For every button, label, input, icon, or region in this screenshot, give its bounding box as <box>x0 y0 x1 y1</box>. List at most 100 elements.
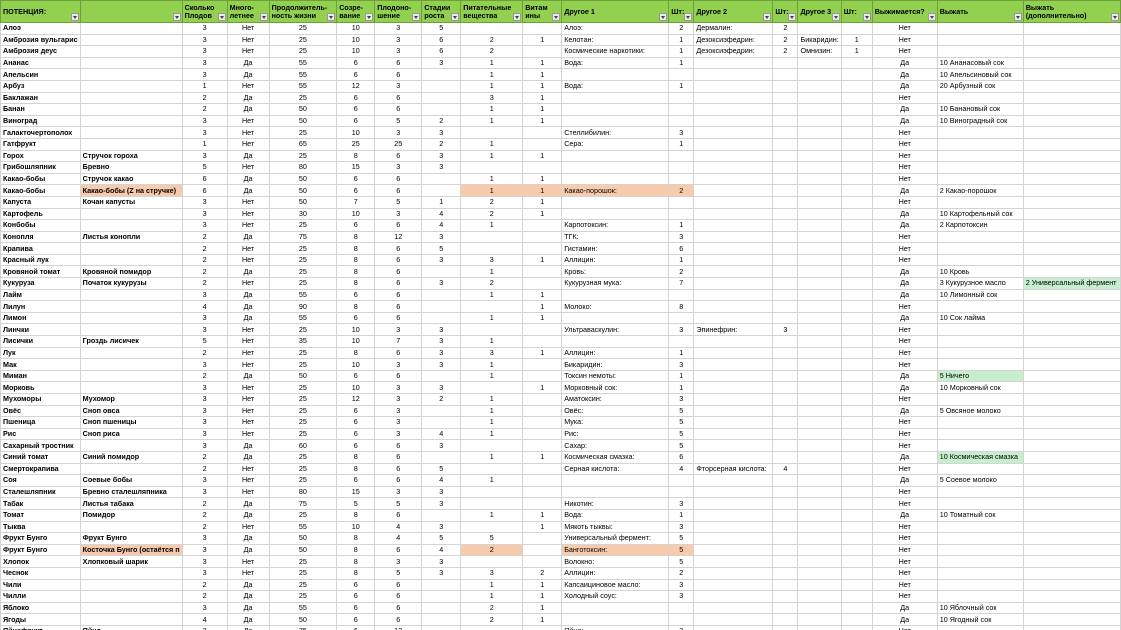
cell[interactable]: Да <box>871 265 938 279</box>
cell[interactable]: 6 <box>181 172 228 186</box>
cell[interactable]: Красный лук <box>0 253 81 267</box>
cell[interactable] <box>797 207 842 221</box>
cell[interactable]: 1 <box>181 79 228 93</box>
cell[interactable]: Бикаридин: <box>561 358 670 371</box>
cell[interactable] <box>797 300 842 313</box>
cell[interactable] <box>693 543 774 557</box>
cell[interactable]: 25 <box>268 450 338 464</box>
cell[interactable]: 3 <box>421 346 462 360</box>
cell[interactable] <box>797 462 842 476</box>
cell[interactable] <box>772 114 799 128</box>
cell[interactable] <box>936 300 1024 313</box>
cell[interactable]: Никотин: <box>561 497 670 510</box>
cell[interactable] <box>693 450 774 464</box>
cell[interactable] <box>693 474 774 487</box>
cell[interactable]: Да <box>226 532 270 545</box>
cell[interactable]: Овёс <box>0 404 81 418</box>
column-header-9[interactable]: Витам ины <box>522 0 563 23</box>
cell[interactable]: 2 <box>460 33 524 47</box>
cell[interactable]: 3 <box>668 624 695 630</box>
cell[interactable]: 55 <box>268 311 338 325</box>
cell[interactable]: Рис: <box>561 427 670 441</box>
cell[interactable] <box>840 474 873 487</box>
cell[interactable] <box>522 555 563 568</box>
cell[interactable] <box>936 532 1024 545</box>
cell[interactable]: Нет <box>226 520 270 534</box>
cell[interactable] <box>840 253 873 267</box>
cell[interactable]: Токсин немоты: <box>561 369 670 383</box>
cell[interactable]: 3 <box>181 532 228 545</box>
cell[interactable] <box>772 404 799 418</box>
cell[interactable] <box>693 416 774 429</box>
cell[interactable]: 1 <box>460 427 524 441</box>
cell[interactable]: Рис <box>0 427 81 441</box>
cell[interactable]: 25 <box>268 462 338 476</box>
cell[interactable]: 3 <box>668 520 695 534</box>
cell[interactable] <box>797 393 842 406</box>
cell[interactable]: Да <box>871 601 938 615</box>
cell[interactable] <box>668 103 695 116</box>
cell[interactable]: 25 <box>336 137 376 151</box>
cell[interactable]: 8 <box>336 300 376 313</box>
cell[interactable]: 2 <box>460 45 524 58</box>
cell[interactable] <box>522 137 563 151</box>
cell[interactable]: Нет <box>226 79 270 93</box>
cell[interactable]: 5 <box>668 543 695 557</box>
cell[interactable] <box>668 601 695 615</box>
cell[interactable]: Нет <box>226 462 270 476</box>
cell[interactable] <box>421 590 462 603</box>
cell[interactable]: Нет <box>226 114 270 128</box>
cell[interactable]: 3 <box>374 404 423 418</box>
cell[interactable] <box>79 323 183 337</box>
cell[interactable]: Конопля <box>0 230 81 244</box>
cell[interactable] <box>79 242 183 255</box>
cell[interactable]: 3 <box>668 393 695 406</box>
cell[interactable] <box>1022 161 1121 174</box>
cell[interactable]: Молоко: <box>561 300 670 313</box>
cell[interactable]: 2 <box>772 45 799 58</box>
cell[interactable]: Нет <box>226 474 270 487</box>
cell[interactable] <box>1022 508 1121 522</box>
cell[interactable]: Нет <box>871 161 938 174</box>
cell[interactable]: 2 <box>181 230 228 244</box>
cell[interactable]: 3 <box>421 161 462 174</box>
cell[interactable]: 50 <box>268 543 338 557</box>
cell[interactable]: Морковный сок: <box>561 381 670 394</box>
cell[interactable]: 3 <box>181 358 228 371</box>
cell[interactable] <box>79 114 183 128</box>
cell[interactable] <box>693 393 774 406</box>
cell[interactable] <box>693 172 774 186</box>
cell[interactable]: 10 Морковный сок <box>936 381 1024 394</box>
cell[interactable]: 3 <box>668 323 695 337</box>
cell[interactable]: 10 <box>336 207 376 221</box>
cell[interactable] <box>840 555 873 568</box>
cell[interactable]: 1 <box>460 393 524 406</box>
cell[interactable]: 3 <box>421 230 462 244</box>
cell[interactable]: Кровяной томат <box>0 265 81 279</box>
cell[interactable] <box>1022 207 1121 221</box>
cell[interactable]: 10 Апельсиновый сок <box>936 68 1024 81</box>
cell[interactable]: Амброзия деус <box>0 45 81 58</box>
cell[interactable] <box>79 56 183 70</box>
cell[interactable]: Нет <box>226 253 270 267</box>
cell[interactable]: Нет <box>226 485 270 499</box>
cell[interactable] <box>693 114 774 128</box>
cell[interactable]: 1 <box>522 172 563 186</box>
cell[interactable] <box>421 172 462 186</box>
cell[interactable] <box>840 149 873 163</box>
cell[interactable]: 6 <box>374 613 423 626</box>
cell[interactable] <box>936 497 1024 510</box>
cell[interactable]: Да <box>871 184 938 197</box>
cell[interactable]: Келотан: <box>561 33 670 47</box>
cell[interactable]: 6 <box>374 590 423 603</box>
cell[interactable] <box>840 439 873 452</box>
cell[interactable] <box>561 311 670 325</box>
cell[interactable]: Нет <box>226 566 270 580</box>
cell[interactable]: 4 <box>421 207 462 221</box>
cell[interactable]: Бревно сталешляпника <box>79 485 183 499</box>
cell[interactable] <box>460 161 524 174</box>
cell[interactable] <box>797 601 842 615</box>
cell[interactable] <box>421 624 462 630</box>
cell[interactable]: Да <box>871 450 938 464</box>
cell[interactable]: 5 <box>668 555 695 568</box>
